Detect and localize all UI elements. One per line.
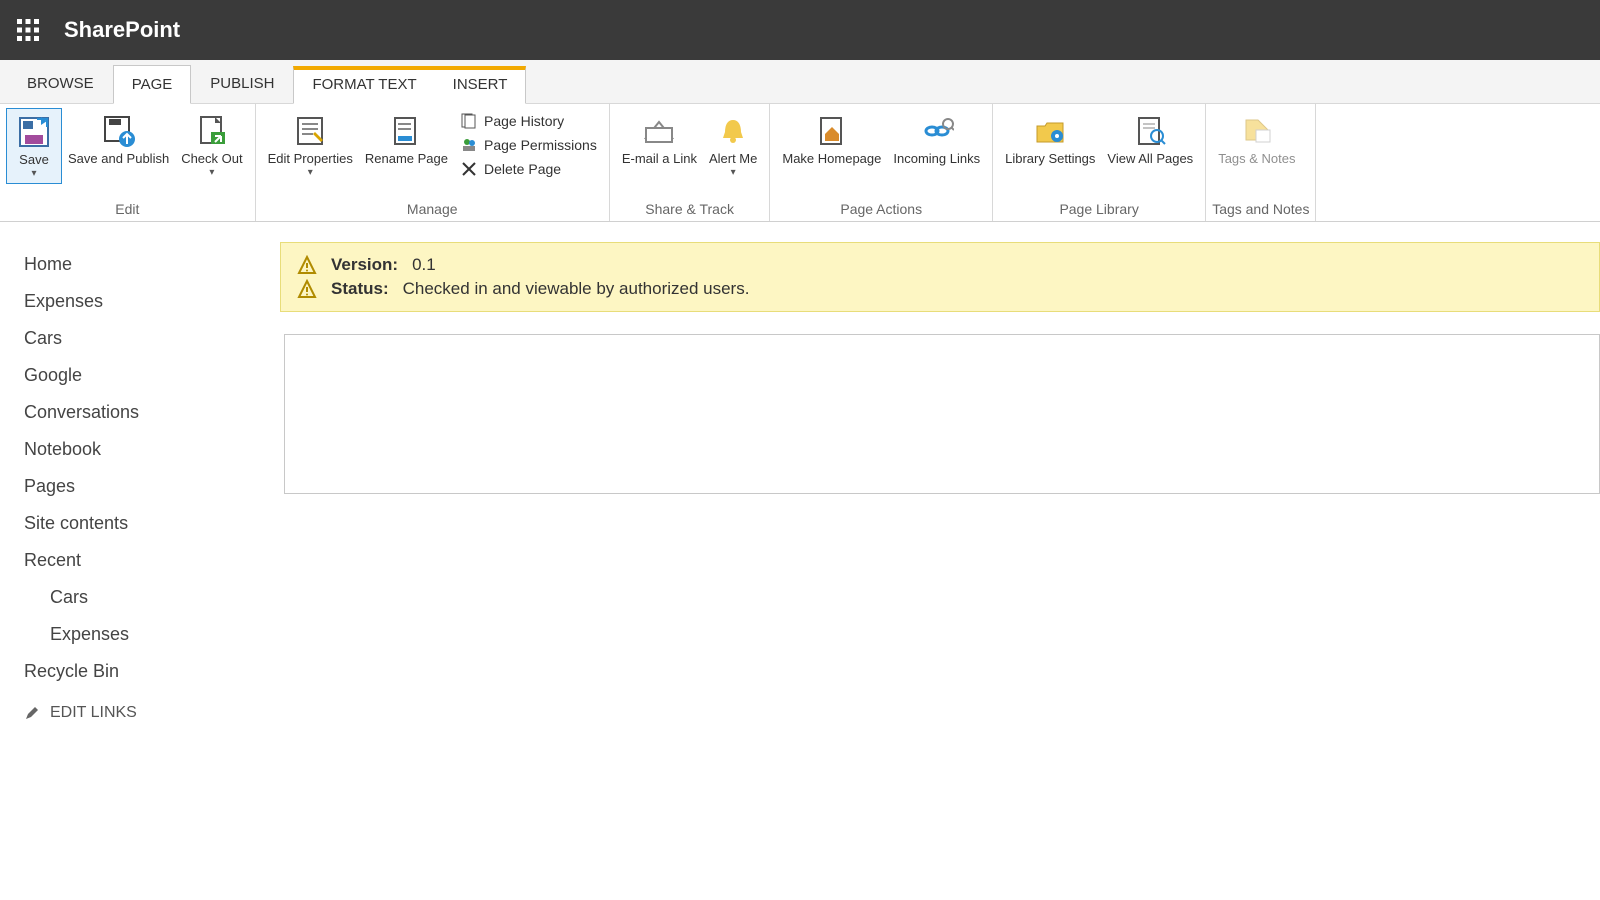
edit-links-label: EDIT LINKS (50, 704, 137, 722)
page-history-label: Page History (484, 113, 564, 129)
rename-page-button[interactable]: Rename Page (359, 108, 454, 171)
suite-header: SharePoint (0, 0, 1600, 60)
nav-recent[interactable]: Recent (24, 542, 280, 579)
incoming-links-icon (918, 112, 956, 150)
save-dropdown-caret[interactable] (31, 168, 36, 179)
ribbon-group-tags-notes-label: Tags and Notes (1212, 199, 1309, 219)
rename-page-icon (387, 112, 425, 150)
ribbon-group-page-actions: Make Homepage Incoming Links Page Action… (770, 104, 993, 221)
email-link-label: E-mail a Link (622, 152, 697, 167)
nav-recycle-bin[interactable]: Recycle Bin (24, 653, 280, 690)
save-icon (15, 113, 53, 151)
tab-insert[interactable]: INSERT (435, 70, 526, 103)
view-all-pages-label: View All Pages (1107, 152, 1193, 167)
content-area: Version: 0.1 Status: Checked in and view… (280, 222, 1600, 900)
contextual-tab-group: FORMAT TEXT INSERT (293, 66, 526, 104)
tags-notes-icon (1238, 112, 1276, 150)
brand-title: SharePoint (64, 17, 180, 43)
tags-notes-button[interactable]: Tags & Notes (1212, 108, 1301, 171)
save-button[interactable]: Save (6, 108, 62, 184)
tab-format-text[interactable]: FORMAT TEXT (294, 70, 434, 103)
nav-pages[interactable]: Pages (24, 468, 280, 505)
ribbon-tabstrip: BROWSE PAGE PUBLISH FORMAT TEXT INSERT (0, 60, 1600, 104)
alert-me-button[interactable]: Alert Me (703, 108, 763, 182)
make-homepage-icon (813, 112, 851, 150)
tab-page[interactable]: PAGE (113, 65, 192, 104)
nav-home[interactable]: Home (24, 246, 280, 283)
save-publish-icon (100, 112, 138, 150)
tab-publish[interactable]: PUBLISH (191, 64, 293, 103)
ribbon-group-tags-notes: Tags & Notes Tags and Notes (1206, 104, 1316, 221)
delete-page-label: Delete Page (484, 161, 561, 177)
ribbon-group-share-track: E-mail a Link Alert Me Share & Track (610, 104, 771, 221)
warning-icon (297, 279, 317, 299)
save-label: Save (19, 153, 49, 168)
library-settings-icon (1031, 112, 1069, 150)
nav-expenses[interactable]: Expenses (24, 283, 280, 320)
left-navigation: Home Expenses Cars Google Conversations … (0, 222, 280, 900)
nav-recent-expenses[interactable]: Expenses (24, 616, 280, 653)
page-permissions-icon (460, 136, 478, 154)
save-publish-label: Save and Publish (68, 152, 169, 167)
nav-site-contents[interactable]: Site contents (24, 505, 280, 542)
alert-me-dropdown-caret[interactable] (731, 167, 736, 178)
view-all-pages-icon (1131, 112, 1169, 150)
ribbon-group-manage-label: Manage (262, 199, 603, 219)
nav-google[interactable]: Google (24, 357, 280, 394)
nav-conversations[interactable]: Conversations (24, 394, 280, 431)
make-homepage-button[interactable]: Make Homepage (776, 108, 887, 171)
alert-me-icon (714, 112, 752, 150)
email-link-icon (640, 112, 678, 150)
ribbon-group-edit-label: Edit (6, 199, 249, 219)
check-out-label: Check Out (181, 152, 242, 167)
edit-links-button[interactable]: EDIT LINKS (24, 690, 280, 722)
warning-icon (297, 255, 317, 275)
page-history-icon (460, 112, 478, 130)
check-out-dropdown-caret[interactable] (209, 167, 214, 178)
ribbon-group-page-actions-label: Page Actions (776, 199, 986, 219)
view-all-pages-button[interactable]: View All Pages (1101, 108, 1199, 171)
version-label: Version: (331, 255, 398, 275)
ribbon-group-share-track-label: Share & Track (616, 199, 764, 219)
main-area: Home Expenses Cars Google Conversations … (0, 222, 1600, 900)
pencil-icon (24, 705, 40, 721)
email-link-button[interactable]: E-mail a Link (616, 108, 703, 171)
edit-properties-dropdown-caret[interactable] (308, 167, 313, 178)
incoming-links-button[interactable]: Incoming Links (887, 108, 986, 171)
tags-notes-label: Tags & Notes (1218, 152, 1295, 167)
check-out-icon (193, 112, 231, 150)
rename-page-label: Rename Page (365, 152, 448, 167)
version-value: 0.1 (412, 255, 436, 275)
edit-properties-button[interactable]: Edit Properties (262, 108, 359, 182)
status-label: Status: (331, 279, 389, 299)
ribbon: Save Save and Publish Check Out Edit (0, 104, 1600, 222)
check-out-button[interactable]: Check Out (175, 108, 248, 182)
nav-cars[interactable]: Cars (24, 320, 280, 357)
page-permissions-label: Page Permissions (484, 137, 597, 153)
nav-notebook[interactable]: Notebook (24, 431, 280, 468)
library-settings-button[interactable]: Library Settings (999, 108, 1101, 171)
edit-properties-icon (291, 112, 329, 150)
library-settings-label: Library Settings (1005, 152, 1095, 167)
tab-browse[interactable]: BROWSE (8, 64, 113, 103)
page-permissions-button[interactable]: Page Permissions (458, 134, 599, 156)
page-status-bar: Version: 0.1 Status: Checked in and view… (280, 242, 1600, 312)
delete-page-icon (460, 160, 478, 178)
ribbon-group-page-library-label: Page Library (999, 199, 1199, 219)
page-content-editor[interactable] (284, 334, 1600, 494)
alert-me-label: Alert Me (709, 152, 757, 167)
save-and-publish-button[interactable]: Save and Publish (62, 108, 175, 171)
app-launcher-icon[interactable] (8, 10, 48, 50)
edit-properties-label: Edit Properties (268, 152, 353, 167)
make-homepage-label: Make Homepage (782, 152, 881, 167)
nav-recent-cars[interactable]: Cars (24, 579, 280, 616)
incoming-links-label: Incoming Links (893, 152, 980, 167)
page-history-button[interactable]: Page History (458, 110, 599, 132)
ribbon-group-page-library: Library Settings View All Pages Page Lib… (993, 104, 1206, 221)
ribbon-group-manage: Edit Properties Rename Page Page History (256, 104, 610, 221)
ribbon-group-edit: Save Save and Publish Check Out Edit (0, 104, 256, 221)
delete-page-button[interactable]: Delete Page (458, 158, 599, 180)
status-value: Checked in and viewable by authorized us… (403, 279, 750, 299)
